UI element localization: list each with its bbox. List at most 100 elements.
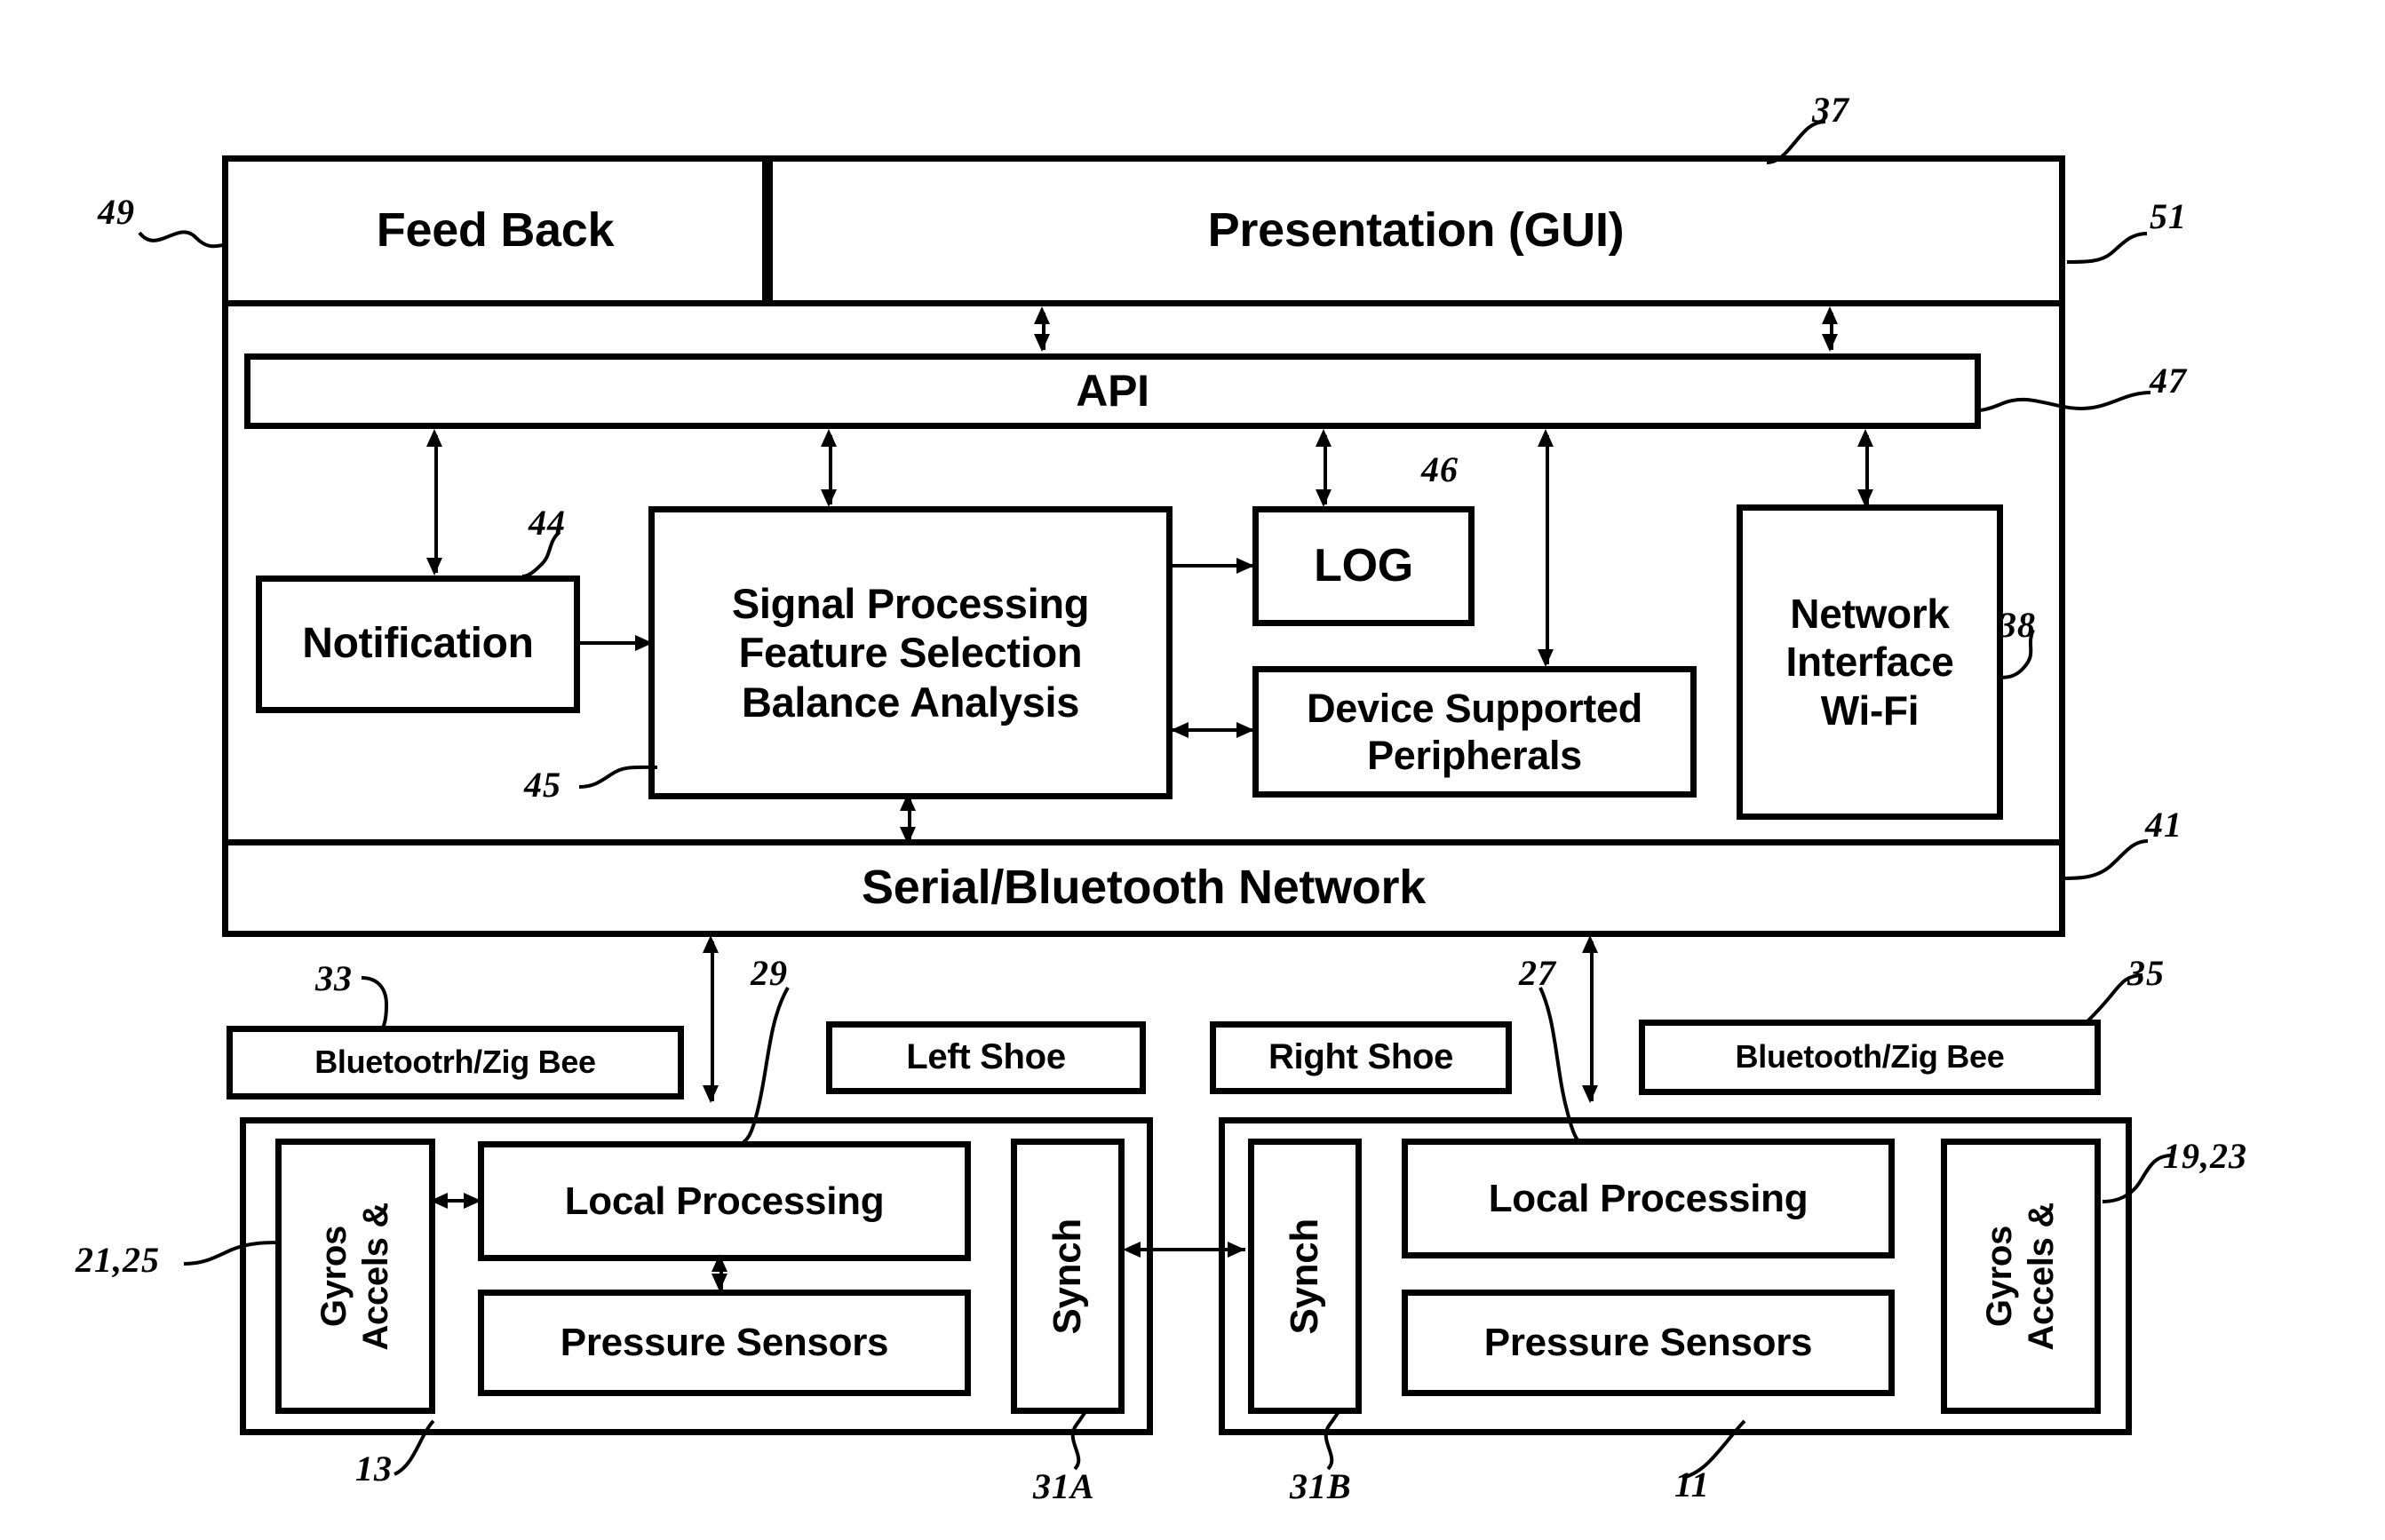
- peripherals-line-1: Device Supported: [1307, 685, 1642, 731]
- right-local-processing-block[interactable]: Local Processing: [1402, 1139, 1895, 1258]
- serial-bluetooth-network-block[interactable]: Serial/Bluetooth Network: [222, 839, 2065, 937]
- arrowhead-sp-bus-up: [900, 793, 916, 811]
- arrowhead-gui-api-right-down: [1822, 334, 1838, 352]
- presentation-gui-block[interactable]: Presentation (GUI): [767, 155, 2065, 306]
- network-interface-line-1: Network: [1790, 591, 1950, 638]
- log-block[interactable]: LOG: [1252, 506, 1475, 626]
- arrowhead-api-ni-up: [1857, 429, 1873, 447]
- notification-label: Notification: [302, 620, 534, 668]
- right-shoe-title: Right Shoe: [1268, 1037, 1454, 1077]
- right-accels-gyros-line-1: Accels &: [2022, 1202, 2061, 1351]
- arrowhead-sp-per-left: [1171, 722, 1189, 738]
- arrowhead-api-ni-down: [1857, 489, 1873, 507]
- left-accels-gyros-block[interactable]: Accels & Gyros: [275, 1139, 435, 1414]
- device-supported-peripherals-block[interactable]: Device Supported Peripherals: [1252, 666, 1697, 798]
- leader-13: [394, 1419, 435, 1476]
- network-interface-block[interactable]: Network Interface Wi-Fi: [1737, 504, 2003, 820]
- feedback-label: Feed Back: [376, 203, 615, 258]
- right-accels-gyros-line-2: Gyros: [1979, 1225, 2019, 1328]
- left-pressure-sensors-block[interactable]: Pressure Sensors: [478, 1290, 971, 1396]
- arrowhead-notification-sp: [635, 635, 653, 651]
- arrowhead-gui-api-left-up: [1034, 306, 1050, 324]
- leader-51: [2066, 232, 2148, 264]
- leader-31b: [1324, 1410, 1340, 1471]
- left-pressure-sensors-label: Pressure Sensors: [560, 1321, 889, 1365]
- left-shoe-title: Left Shoe: [906, 1037, 1066, 1077]
- arrowhead-sp-bus-down: [900, 827, 916, 845]
- left-bluetooth-zigbee-block[interactable]: Bluetootrh/Zig Bee: [227, 1026, 684, 1099]
- signal-processing-line-3: Balance Analysis: [741, 678, 1080, 726]
- ref-33: 33: [315, 958, 353, 998]
- right-bluetooth-zigbee-label: Bluetooth/Zig Bee: [1735, 1038, 2005, 1076]
- connector-bus-left-shoe: [711, 941, 714, 1101]
- left-local-processing-block[interactable]: Local Processing: [478, 1141, 971, 1261]
- ref-47: 47: [2150, 361, 2187, 401]
- ref-51: 51: [2150, 196, 2187, 236]
- arrowhead-api-peripherals-up: [1538, 429, 1554, 447]
- leader-11: [1681, 1419, 1746, 1480]
- api-block[interactable]: API: [244, 353, 1981, 429]
- notification-block[interactable]: Notification: [256, 576, 580, 713]
- ref-13: 13: [355, 1449, 393, 1488]
- right-local-processing-label: Local Processing: [1488, 1176, 1809, 1220]
- leader-31a: [1070, 1410, 1087, 1471]
- serial-bluetooth-network-label: Serial/Bluetooth Network: [862, 861, 1426, 915]
- arrowhead-sp-log: [1236, 558, 1254, 574]
- right-pressure-sensors-block[interactable]: Pressure Sensors: [1402, 1290, 1895, 1396]
- right-pressure-sensors-label: Pressure Sensors: [1483, 1321, 1813, 1365]
- arrowhead-sp-per-right: [1236, 722, 1254, 738]
- leader-35: [2086, 973, 2143, 1023]
- right-synch-block[interactable]: Synch: [1248, 1139, 1362, 1414]
- feedback-block[interactable]: Feed Back: [222, 155, 768, 306]
- ref-21-25: 21,25: [76, 1240, 160, 1280]
- left-synch-label: Synch: [1045, 1218, 1090, 1335]
- arrowhead-bus-right-up: [1582, 935, 1598, 953]
- arrowhead-synch-a: [1123, 1242, 1141, 1258]
- signal-processing-line-2: Feature Selection: [738, 629, 1083, 677]
- arrowhead-api-notification-up: [426, 429, 442, 447]
- ref-46: 46: [1421, 449, 1459, 489]
- connector-api-peripherals: [1546, 435, 1549, 664]
- leader-29: [742, 986, 790, 1144]
- api-label: API: [1076, 366, 1149, 416]
- arrowhead-api-sp-down: [821, 489, 837, 507]
- arrowhead-left-lp-down: [712, 1274, 727, 1291]
- signal-processing-block[interactable]: Signal Processing Feature Selection Bala…: [648, 506, 1173, 799]
- arrowhead-left-accels: [430, 1193, 448, 1209]
- leader-41: [2062, 839, 2149, 880]
- leader-49: [138, 230, 226, 249]
- leader-38: [1997, 629, 2035, 679]
- left-bluetooth-zigbee-label: Bluetootrh/Zig Bee: [314, 1044, 596, 1081]
- left-accels-gyros-line-1: Accels &: [356, 1202, 395, 1351]
- arrowhead-api-notification-down: [426, 558, 442, 576]
- arrowhead-gui-api-right-up: [1822, 306, 1838, 324]
- arrowhead-api-log-down: [1316, 489, 1332, 507]
- arrowhead-api-peripherals-down: [1538, 649, 1554, 667]
- leader-37: [1766, 120, 1826, 164]
- left-synch-block[interactable]: Synch: [1011, 1139, 1125, 1414]
- left-local-processing-label: Local Processing: [564, 1179, 885, 1223]
- leader-45: [578, 765, 658, 789]
- peripherals-line-2: Peripherals: [1367, 733, 1582, 778]
- arrowhead-synch-b: [1228, 1242, 1245, 1258]
- connector-bus-right-shoe: [1590, 941, 1594, 1101]
- arrowhead-api-sp-up: [821, 429, 837, 447]
- right-synch-label: Synch: [1283, 1218, 1327, 1335]
- signal-processing-line-1: Signal Processing: [731, 579, 1090, 627]
- leader-44: [521, 530, 561, 578]
- right-accels-gyros-block[interactable]: Accels & Gyros: [1941, 1139, 2101, 1414]
- leader-21-25: [183, 1241, 282, 1266]
- arrowhead-left-localproc: [464, 1193, 481, 1209]
- patent-figure: Feed Back Presentation (GUI) API Notific…: [0, 0, 2385, 1540]
- leader-47: [1977, 391, 2151, 412]
- leader-27: [1538, 987, 1581, 1144]
- network-interface-line-3: Wi-Fi: [1820, 687, 1920, 734]
- connector-api-notification: [434, 435, 438, 573]
- right-shoe-title-block: Right Shoe: [1210, 1021, 1512, 1094]
- leader-19-23: [2102, 1154, 2173, 1203]
- right-bluetooth-zigbee-block[interactable]: Bluetooth/Zig Bee: [1639, 1020, 2101, 1095]
- arrowhead-bus-right-down: [1582, 1085, 1598, 1103]
- log-label: LOG: [1314, 539, 1413, 591]
- presentation-gui-label: Presentation (GUI): [1207, 203, 1625, 258]
- ref-45: 45: [524, 765, 561, 805]
